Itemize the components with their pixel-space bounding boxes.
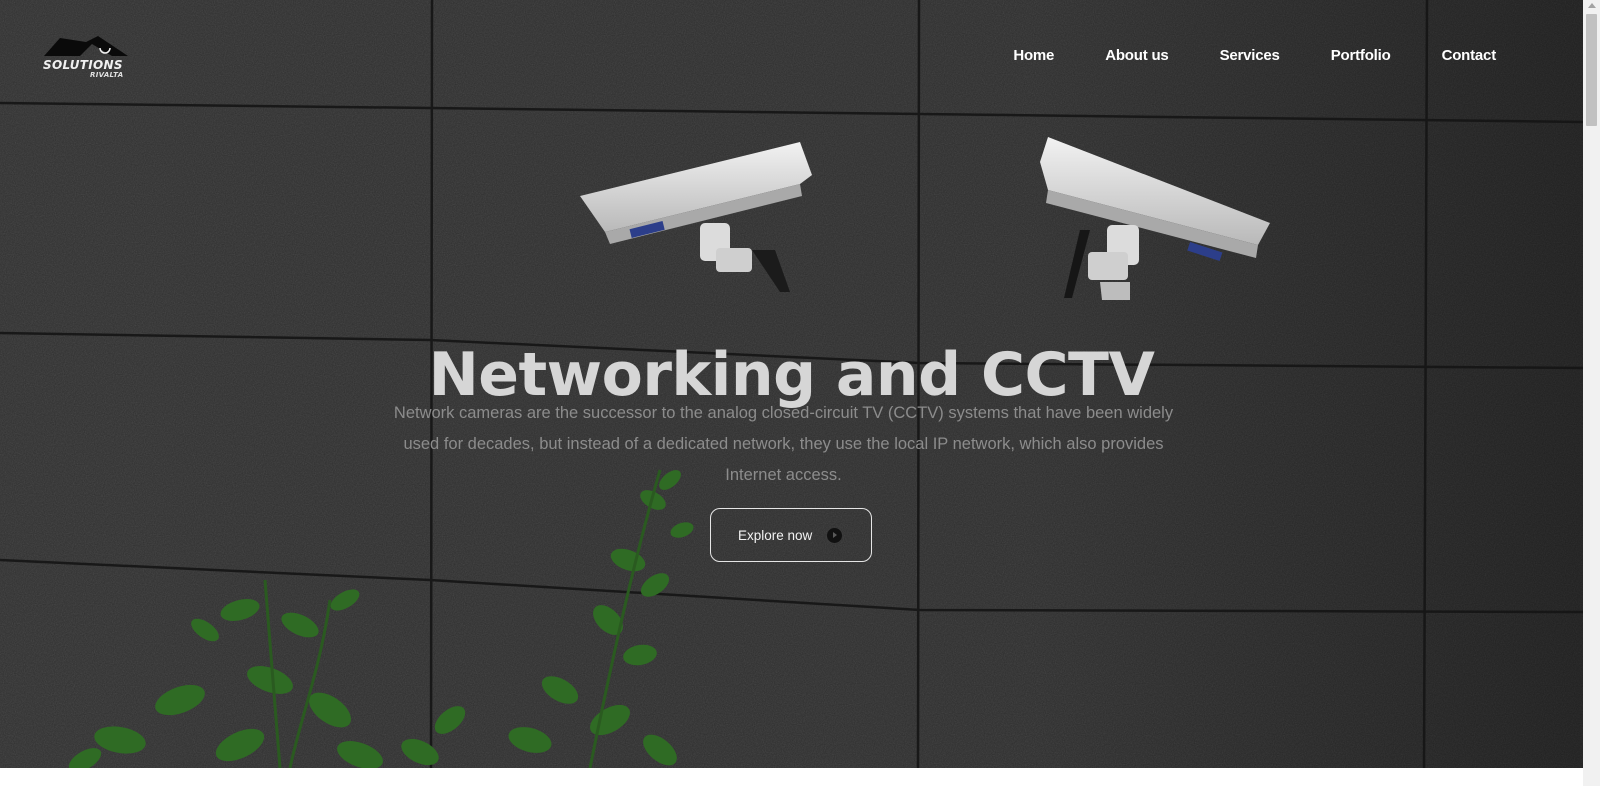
browser-viewport: SOLUTIONS RIVALTA Home About us Services… [0, 0, 1600, 786]
nav-item-home[interactable]: Home [1013, 47, 1054, 64]
nav-item-contact[interactable]: Contact [1442, 47, 1497, 64]
logo-subtext: RIVALTA [90, 71, 124, 79]
scroll-up-arrow-icon[interactable] [1588, 3, 1596, 8]
nav-item-portfolio[interactable]: Portfolio [1331, 47, 1391, 64]
logo-text: SOLUTIONS [43, 58, 123, 72]
arrow-right-circle-icon [827, 527, 843, 543]
nav-item-about-us[interactable]: About us [1105, 47, 1169, 64]
explore-now-label: Explore now [738, 527, 813, 543]
explore-now-button[interactable]: Explore now [710, 508, 872, 562]
site-logo[interactable]: SOLUTIONS RIVALTA [40, 34, 140, 84]
nav-item-services[interactable]: Services [1220, 47, 1280, 64]
scrollbar-thumb[interactable] [1586, 14, 1597, 126]
hero-description: Network cameras are the successor to the… [393, 403, 1174, 484]
main-nav: Home About us Services Portfolio Contact [962, 47, 1496, 64]
vertical-scrollbar[interactable] [1583, 0, 1600, 786]
